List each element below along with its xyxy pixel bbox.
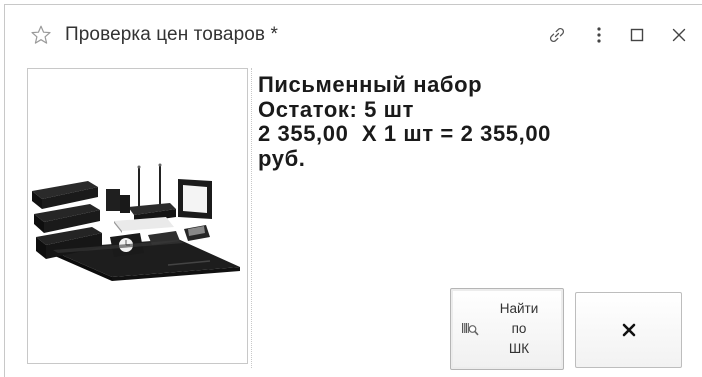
stock-line: Остаток: 5 шт [258,96,414,122]
currency-line: руб. [258,145,306,171]
product-image-panel [27,68,248,364]
panel-divider [251,68,252,368]
find-by-barcode-button[interactable]: Найти по ШК [450,288,564,370]
product-info: Письменный набор Остаток: 5 шт 2 355,00 … [258,72,698,171]
link-icon[interactable] [545,23,569,47]
find-by-barcode-label: Найти по ШК [499,301,539,356]
window-title: Проверка цен товаров * [65,24,278,45]
close-x-icon [622,323,635,337]
product-image [32,163,240,281]
barcode-scan-icon [461,321,479,337]
close-icon[interactable] [667,23,691,47]
star-icon[interactable] [29,23,53,47]
product-name: Письменный набор [258,72,483,97]
maximize-icon[interactable] [625,23,649,47]
more-vertical-icon[interactable] [587,23,611,47]
close-form-button[interactable] [575,292,682,368]
price-line: 2 355,00 Х 1 шт = 2 355,00 [258,121,552,146]
window-titlebar: Проверка цен товаров * [5,5,702,65]
price-check-window: Проверка цен товаров * Письменный набор … [4,4,702,377]
